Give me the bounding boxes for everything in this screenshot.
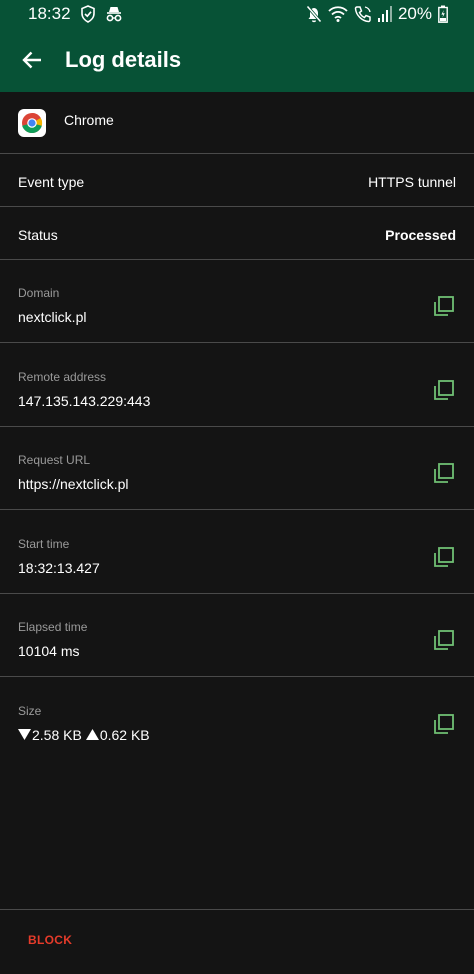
- remote-address-value: 147.135.143.229:443: [18, 393, 151, 409]
- copy-request-url-button[interactable]: [430, 459, 458, 487]
- bottom-divider: [0, 909, 474, 910]
- back-button[interactable]: [14, 42, 50, 78]
- status-row: Status Processed: [0, 207, 474, 260]
- event-type-value: HTTPS tunnel: [368, 174, 456, 190]
- download-arrow-icon: [18, 727, 31, 743]
- back-arrow-icon: [22, 51, 41, 69]
- event-type-row: Event type HTTPS tunnel: [0, 154, 474, 207]
- app-row: Chrome: [0, 92, 474, 154]
- copy-icon: [434, 380, 454, 400]
- copy-domain-button[interactable]: [430, 292, 458, 320]
- status-label: Status: [18, 227, 58, 243]
- elapsed-time-row: Elapsed time 10104 ms: [0, 593, 474, 677]
- remote-address-label: Remote address: [18, 370, 107, 384]
- mute-icon: [306, 5, 322, 23]
- start-time-value: 18:32:13.427: [18, 560, 100, 576]
- copy-icon: [434, 296, 454, 316]
- start-time-label: Start time: [18, 537, 70, 551]
- domain-row: Domain nextclick.pl: [0, 259, 474, 343]
- incognito-icon: [104, 5, 124, 23]
- request-url-row: Request URL https://nextclick.pl: [0, 426, 474, 510]
- copy-icon: [434, 547, 454, 567]
- upload-arrow-icon: [85, 727, 99, 743]
- call-icon: [354, 5, 372, 23]
- start-time-row: Start time 18:32:13.427: [0, 510, 474, 594]
- copy-size-button[interactable]: [430, 710, 458, 738]
- battery-icon: [438, 5, 448, 23]
- download-size: 2.58 KB: [32, 727, 82, 743]
- upload-size: 0.62 KB: [99, 727, 150, 743]
- size-value: 2.58 KB 0.62 KB: [18, 727, 150, 743]
- size-row: Size 2.58 KB 0.62 KB: [0, 677, 474, 760]
- page-title: Log details: [65, 47, 182, 72]
- status-time: 18:32: [28, 4, 71, 23]
- request-url-label: Request URL: [18, 453, 91, 467]
- copy-remote-address-button[interactable]: [430, 376, 458, 404]
- chrome-logo-icon: [18, 109, 46, 137]
- elapsed-time-label: Elapsed time: [18, 620, 88, 634]
- copy-icon: [434, 714, 454, 734]
- status-left-icons: [80, 5, 124, 23]
- domain-value: nextclick.pl: [18, 309, 87, 325]
- block-button[interactable]: BLOCK: [18, 927, 82, 953]
- status-value: Processed: [385, 227, 456, 243]
- copy-start-time-button[interactable]: [430, 543, 458, 571]
- vpn-shield-icon: [80, 5, 96, 23]
- status-right-icons: 20%: [306, 4, 448, 24]
- elapsed-time-value: 10104 ms: [18, 643, 80, 659]
- request-url-value: https://nextclick.pl: [18, 476, 129, 492]
- event-type-label: Event type: [18, 174, 85, 190]
- app-bar: Log details: [0, 28, 474, 92]
- status-bar: 18:32 20%: [0, 0, 474, 28]
- remote-address-row: Remote address 147.135.143.229:443: [0, 343, 474, 427]
- size-label: Size: [18, 704, 42, 718]
- log-details-screen: 18:32 20% Log details Chrome Event type …: [0, 0, 474, 974]
- copy-icon: [434, 463, 454, 483]
- copy-elapsed-time-button[interactable]: [430, 626, 458, 654]
- battery-percent: 20%: [397, 4, 432, 23]
- copy-icon: [434, 630, 454, 650]
- domain-label: Domain: [18, 286, 60, 300]
- app-name: Chrome: [64, 112, 114, 128]
- signal-icon: [377, 6, 392, 22]
- wifi-icon: [328, 5, 348, 23]
